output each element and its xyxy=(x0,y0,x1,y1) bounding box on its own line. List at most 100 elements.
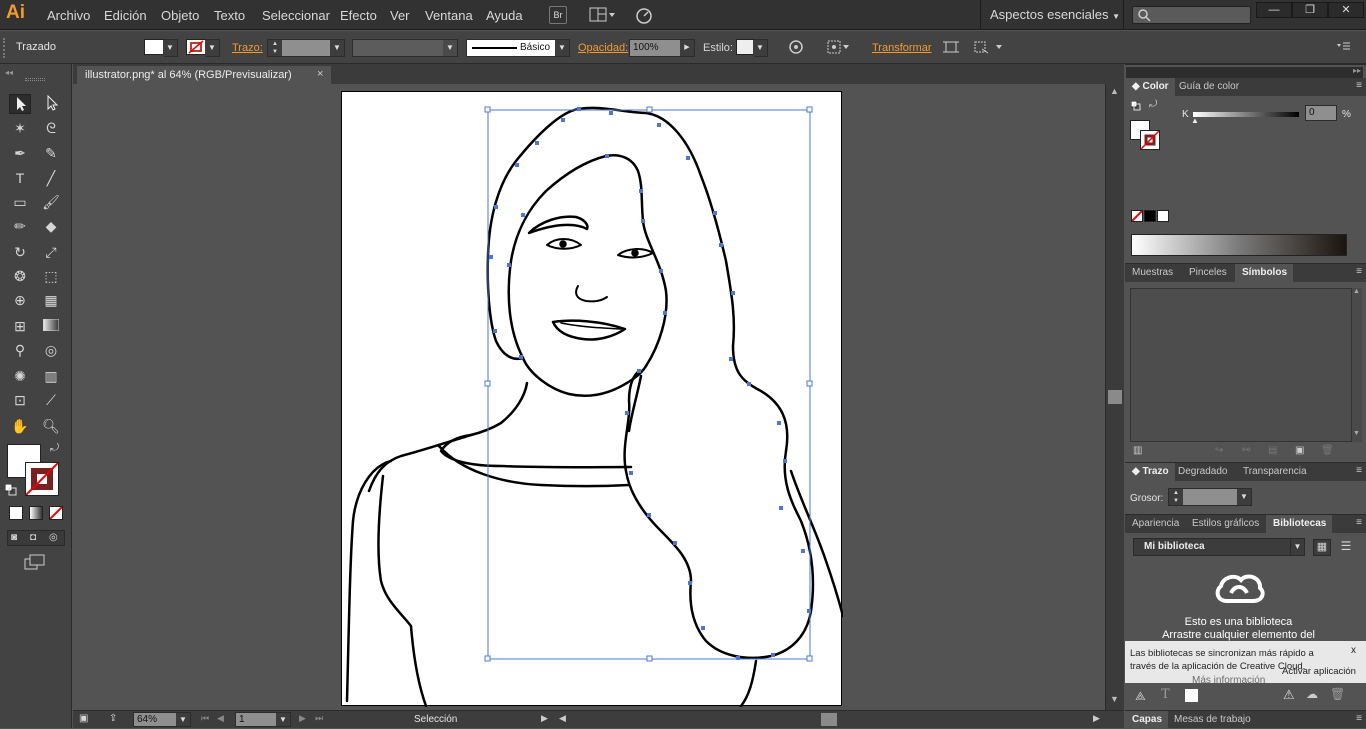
mesh-tool-icon[interactable]: ⊞ xyxy=(9,316,31,336)
library-select[interactable]: Mi biblioteca ▼ xyxy=(1133,538,1305,556)
blend-tool-icon[interactable]: ◎ xyxy=(40,340,62,360)
swap-colors-icon[interactable]: ⤾ xyxy=(1149,99,1157,110)
arrange-documents-icon[interactable] xyxy=(589,7,617,23)
status-menu-icon[interactable]: ▶ xyxy=(541,713,548,724)
break-link-icon[interactable]: ⚯ xyxy=(1242,445,1250,456)
stroke-swatch[interactable] xyxy=(186,39,206,55)
vertical-scrollbar[interactable]: ▲ ▼ xyxy=(1105,84,1124,710)
fill-dropdown[interactable]: ▼ xyxy=(163,39,178,57)
document-tab[interactable]: illustrator.png* al 64% (RGB/Previsualiz… xyxy=(76,65,332,84)
color-mode-icon[interactable] xyxy=(9,506,23,520)
panel-menu-icon[interactable]: ≡ xyxy=(1356,713,1362,724)
default-colors-icon[interactable] xyxy=(1130,100,1141,111)
control-panel-menu-icon[interactable] xyxy=(1335,39,1351,56)
weight-field[interactable]: ▲ ▼ ▼ xyxy=(1168,488,1252,506)
collapse-panels-icon[interactable]: ▸▸ xyxy=(1353,66,1361,75)
symbol-options-icon[interactable]: ▤ xyxy=(1268,445,1277,456)
k-slider-handle[interactable]: ▲ xyxy=(1191,116,1199,125)
scroll-down-icon[interactable]: ▼ xyxy=(1110,694,1119,704)
menu-texto[interactable]: Texto xyxy=(214,8,245,23)
eyedropper-tool-icon[interactable]: ⚲ xyxy=(9,340,31,360)
new-symbol-icon[interactable]: ▣ xyxy=(1295,445,1304,456)
transform-link[interactable]: Transformar xyxy=(872,42,932,54)
close-tab-icon[interactable]: × xyxy=(317,68,323,80)
direct-selection-tool-icon[interactable] xyxy=(40,94,62,114)
scroll-right-icon[interactable]: ▶ xyxy=(1093,713,1100,724)
tab-color[interactable]: ◆ Color xyxy=(1125,78,1175,96)
menu-archivo[interactable]: Archivo xyxy=(47,8,90,23)
scale-tool-icon[interactable]: ⤢ xyxy=(40,242,62,262)
white-color-swatch[interactable] xyxy=(1157,210,1169,222)
tab-stroke[interactable]: ◆ Trazo xyxy=(1125,463,1175,481)
tab-color-guide[interactable]: Guía de color xyxy=(1172,78,1245,96)
none-mode-icon[interactable] xyxy=(49,506,63,520)
black-color-swatch[interactable] xyxy=(1144,210,1156,222)
recolor-artwork-icon[interactable] xyxy=(788,39,804,58)
select-similar-icon[interactable] xyxy=(972,39,1004,58)
search-input[interactable] xyxy=(1132,6,1251,24)
line-tool-icon[interactable]: ╱ xyxy=(40,168,62,188)
maximize-button[interactable]: ❐ xyxy=(1292,2,1328,18)
stroke-weight-label[interactable]: Trazo: xyxy=(232,42,263,54)
gpu-preview-icon[interactable]: ▣ xyxy=(79,713,88,724)
scroll-up-icon[interactable]: ▲ xyxy=(1353,288,1360,295)
tab-brushes[interactable]: Pinceles xyxy=(1182,264,1233,282)
delete-symbol-icon[interactable]: 🗑︎ xyxy=(1321,445,1334,456)
next-artboard-icon[interactable]: ▶ xyxy=(299,713,306,724)
grip-handle[interactable] xyxy=(3,38,7,58)
hand-tool-icon[interactable]: ✋ xyxy=(9,416,31,436)
rectangle-tool-icon[interactable]: ▭ xyxy=(9,192,31,212)
panel-stroke-swatch[interactable] xyxy=(1140,130,1160,150)
magic-wand-tool-icon[interactable]: ✶ xyxy=(9,118,31,138)
tab-transparency[interactable]: Transparencia xyxy=(1236,463,1313,481)
shape-builder-tool-icon[interactable]: ⊕ xyxy=(9,290,31,310)
artboard[interactable] xyxy=(341,91,843,707)
first-artboard-icon[interactable]: ⏮ xyxy=(201,713,209,724)
gpu-performance-icon[interactable] xyxy=(634,6,654,24)
gradient-tool-icon[interactable] xyxy=(40,316,62,336)
draw-normal-icon[interactable]: ◙ xyxy=(11,532,17,543)
minimize-button[interactable]: — xyxy=(1256,2,1292,18)
collapse-arrows-icon[interactable]: ◂◂ xyxy=(5,68,13,77)
artboard-tool-icon[interactable]: ⊡ xyxy=(9,390,31,410)
share-icon[interactable]: ⇪ xyxy=(109,713,117,724)
close-window-button[interactable]: ✕ xyxy=(1328,2,1364,18)
brush-definition[interactable]: Básico ▼ xyxy=(466,39,570,57)
pen-tool-icon[interactable]: ✒ xyxy=(9,143,31,163)
graphic-style-swatch[interactable] xyxy=(736,39,754,55)
k-value-field[interactable]: 0 xyxy=(1305,105,1337,121)
opacity-field[interactable]: 100% ▶ xyxy=(629,39,695,57)
add-fill-color-icon[interactable] xyxy=(1185,689,1198,702)
paintbrush-tool-icon[interactable]: 🖌 xyxy=(40,192,62,212)
column-graph-tool-icon[interactable]: ▥ xyxy=(40,366,62,386)
tab-symbols[interactable]: Símbolos xyxy=(1235,264,1294,282)
menu-efecto[interactable]: Efecto xyxy=(340,8,377,23)
stroke-dropdown[interactable]: ▼ xyxy=(205,39,220,57)
scroll-down-icon[interactable]: ▼ xyxy=(1353,430,1360,437)
curvature-tool-icon[interactable]: ✎ xyxy=(40,143,62,163)
bridge-button[interactable]: Br xyxy=(549,6,567,24)
tab-swatches[interactable]: Muestras xyxy=(1125,264,1179,282)
panel-menu-icon[interactable]: ≡ xyxy=(1356,266,1362,277)
eraser-tool-icon[interactable]: ◆ xyxy=(40,216,62,236)
add-content-icon[interactable]: ⟁ xyxy=(1135,689,1146,704)
pencil-tool-icon[interactable]: ✏ xyxy=(9,216,31,236)
grip-handle[interactable] xyxy=(25,78,45,81)
none-color-icon[interactable] xyxy=(1131,210,1143,222)
zoom-select[interactable]: 64% ▼ xyxy=(133,712,191,727)
scroll-left-icon[interactable]: ◀ xyxy=(559,713,566,724)
menu-ver[interactable]: Ver xyxy=(390,8,410,23)
tab-layers[interactable]: Capas xyxy=(1125,711,1169,729)
k-slider-track[interactable] xyxy=(1193,112,1299,117)
symbols-scrollbar[interactable]: ▲ ▼ xyxy=(1352,288,1362,442)
swap-fill-stroke-icon[interactable]: ⤾ xyxy=(50,442,59,455)
selection-tool-icon[interactable] xyxy=(9,94,31,114)
grid-view-icon[interactable]: ▦ xyxy=(1313,539,1331,556)
draw-inside-icon[interactable]: ◎ xyxy=(49,532,58,543)
menu-ayuda[interactable]: Ayuda xyxy=(486,8,523,23)
menu-seleccionar[interactable]: Seleccionar xyxy=(262,8,330,23)
cc-sync-icon[interactable]: ☁ xyxy=(1306,687,1318,701)
free-transform-tool-icon[interactable]: ⬚ xyxy=(40,266,62,286)
panel-menu-icon[interactable]: ≡ xyxy=(1356,80,1362,91)
panel-menu-icon[interactable]: ≡ xyxy=(1356,517,1362,528)
